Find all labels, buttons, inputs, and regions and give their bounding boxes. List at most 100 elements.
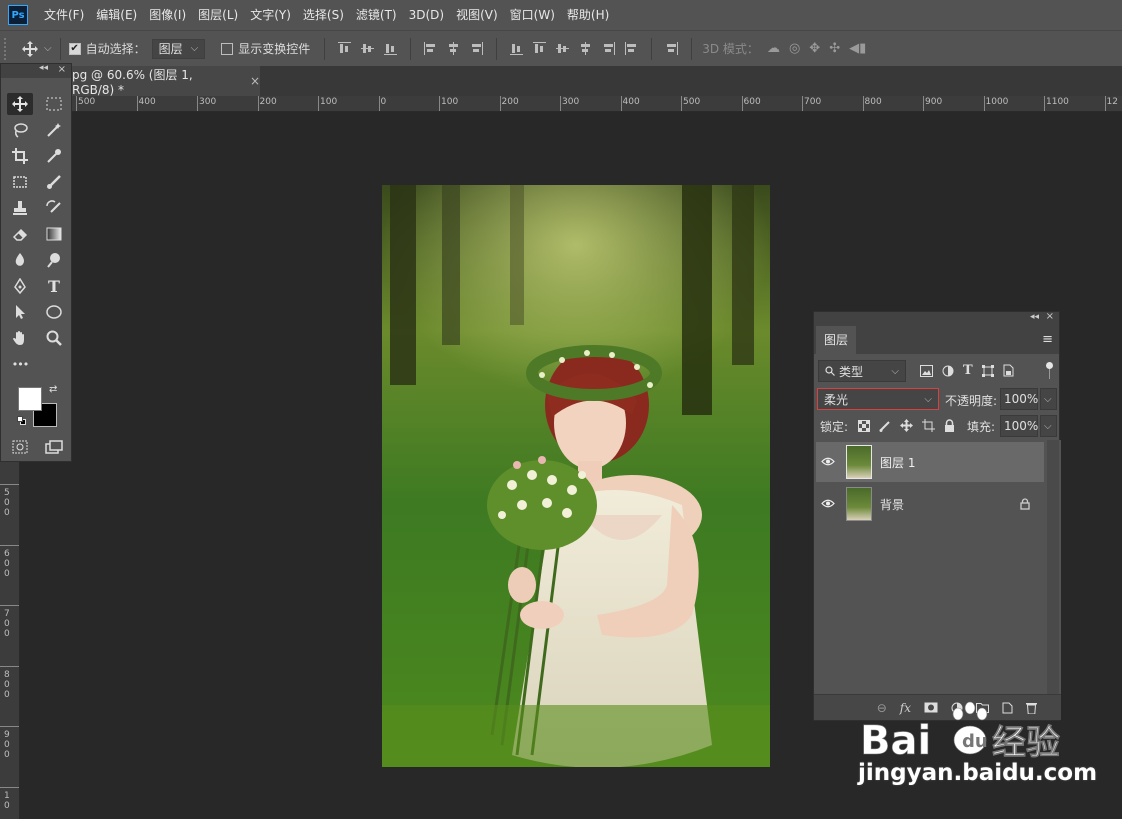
3d-roll-icon[interactable]: ◎: [789, 41, 800, 56]
marquee-tool-icon[interactable]: [41, 93, 67, 115]
filter-type-icon[interactable]: T: [963, 363, 973, 378]
opacity-input[interactable]: 100%: [1000, 388, 1038, 410]
3d-mode-label: 3D 模式：: [702, 42, 759, 56]
eraser-tool-icon[interactable]: [7, 223, 33, 245]
align-left-edges-icon[interactable]: [424, 42, 437, 55]
visibility-eye-icon[interactable]: [816, 497, 840, 511]
distribute-bottom-icon[interactable]: [556, 42, 570, 55]
magic-wand-tool-icon[interactable]: [41, 119, 67, 141]
menu-item[interactable]: 图层(L): [192, 0, 244, 30]
align-vertical-centers-icon[interactable]: [361, 42, 375, 55]
ellipse-tool-icon[interactable]: [41, 301, 67, 323]
menu-item[interactable]: 编辑(E): [90, 0, 143, 30]
3d-slide-icon[interactable]: ✣: [829, 41, 840, 56]
distribute-top-icon[interactable]: [510, 42, 524, 55]
show-transform-checkbox[interactable]: 显示变换控件: [221, 40, 310, 57]
layer-row-background[interactable]: 背景: [816, 484, 1044, 524]
ruler-label: 0: [4, 740, 10, 750]
tab-layers[interactable]: 图层: [816, 326, 857, 354]
history-brush-tool-icon[interactable]: [41, 197, 67, 219]
distribute-vcenter-icon[interactable]: [533, 42, 547, 55]
layer-row-layer1[interactable]: 图层 1: [816, 442, 1044, 482]
filter-toggle[interactable]: [1046, 362, 1053, 380]
auto-align-icon[interactable]: [665, 42, 679, 55]
layer-filter-dropdown[interactable]: 类型 ⌵: [818, 360, 906, 382]
opacity-slider-button[interactable]: ⌵: [1040, 388, 1057, 410]
filter-adjustment-icon[interactable]: [942, 365, 954, 377]
menu-item[interactable]: 帮助(H): [561, 0, 615, 30]
blend-mode-dropdown[interactable]: 柔光 ⌵: [817, 388, 939, 410]
lock-transparent-pixels-icon[interactable]: [858, 419, 870, 432]
align-bottom-edges-icon[interactable]: [384, 42, 398, 55]
distribute-right-icon[interactable]: [625, 42, 638, 55]
clone-stamp-tool-icon[interactable]: [7, 197, 33, 219]
quick-mask-icon[interactable]: [7, 436, 33, 458]
more-tools-icon[interactable]: •••: [7, 353, 33, 375]
layers-panel-header[interactable]: ◂◂ ×: [814, 311, 1059, 326]
tools-panel-header[interactable]: ◂◂ ×: [1, 63, 71, 78]
align-horizontal-centers-icon[interactable]: [447, 42, 460, 55]
align-top-edges-icon[interactable]: [338, 42, 352, 55]
auto-select-checkbox[interactable]: ✔ 自动选择：: [68, 40, 146, 57]
lock-all-icon[interactable]: [944, 419, 955, 432]
lock-image-pixels-icon[interactable]: [879, 420, 891, 432]
move-tool-icon[interactable]: [7, 93, 33, 115]
3d-orbit-icon[interactable]: ☁: [767, 41, 780, 56]
default-colors-icon[interactable]: [17, 416, 27, 426]
dodge-tool-icon[interactable]: [41, 249, 67, 271]
ruler-tick: [1104, 96, 1106, 111]
filter-smart-object-icon[interactable]: [1003, 364, 1014, 377]
document-tab[interactable]: pg @ 60.6% (图层 1, RGB/8) * ×: [72, 66, 260, 97]
3d-pan-icon[interactable]: ✥: [809, 41, 820, 56]
visibility-eye-icon[interactable]: [816, 455, 840, 469]
menu-item[interactable]: 文件(F): [38, 0, 90, 30]
horizontal-ruler[interactable]: 500 400 300 200 100 0 100 200 300 400 500 600 700 800…: [72, 96, 1122, 112]
move-tool-preset-icon[interactable]: ⌵: [22, 40, 52, 57]
canvas-photo[interactable]: [382, 185, 770, 767]
filter-shape-icon[interactable]: [981, 364, 994, 377]
lock-artboard-icon[interactable]: [922, 419, 935, 432]
menu-item[interactable]: 滤镜(T): [350, 0, 403, 30]
collapse-panel-icon[interactable]: ◂◂: [1030, 312, 1039, 322]
foreground-color-swatch[interactable]: [18, 387, 42, 411]
menu-item[interactable]: 图像(I): [143, 0, 192, 30]
eyedropper-tool-icon[interactable]: [41, 145, 67, 167]
align-right-edges-icon[interactable]: [470, 42, 484, 55]
gradient-tool-icon[interactable]: [41, 223, 67, 245]
menu-item[interactable]: 3D(D): [403, 0, 450, 30]
brush-tool-icon[interactable]: [41, 171, 67, 193]
close-icon[interactable]: ×: [1046, 311, 1054, 322]
options-grip[interactable]: [4, 37, 12, 60]
crop-tool-icon[interactable]: [7, 145, 33, 167]
filter-pixel-icon[interactable]: [920, 364, 933, 377]
close-icon[interactable]: ×: [58, 64, 66, 75]
lasso-tool-icon[interactable]: [7, 119, 33, 141]
pen-tool-icon[interactable]: [7, 275, 33, 297]
vertical-ruler[interactable]: 50060070080090010: [0, 462, 20, 819]
layers-scrollbar[interactable]: [1047, 440, 1059, 694]
type-tool-icon[interactable]: T: [41, 275, 67, 297]
distribute-left-icon[interactable]: [579, 42, 592, 55]
swap-colors-icon[interactable]: ⇄: [49, 384, 57, 395]
menu-item[interactable]: 窗口(W): [504, 0, 561, 30]
zoom-tool-icon[interactable]: [41, 327, 67, 349]
panel-menu-icon[interactable]: ≡: [1042, 332, 1053, 347]
menu-item[interactable]: 文字(Y): [244, 0, 297, 30]
distribute-hcenter-icon[interactable]: [602, 42, 616, 55]
blur-tool-icon[interactable]: [7, 249, 33, 271]
screen-mode-icon[interactable]: [41, 436, 67, 458]
expand-panel-icon[interactable]: ◂◂: [39, 63, 48, 73]
baidu-logo-icon: Bai du 经验: [860, 701, 1060, 764]
checkbox-checked-icon: ✔: [68, 42, 81, 55]
close-icon[interactable]: ×: [250, 74, 260, 88]
lock-position-icon[interactable]: [900, 419, 913, 432]
3d-scale-icon[interactable]: ◀▮: [849, 41, 866, 56]
fill-slider-button[interactable]: ⌵: [1040, 415, 1057, 437]
menu-item[interactable]: 选择(S): [297, 0, 350, 30]
fill-input[interactable]: 100%: [1000, 415, 1038, 437]
frame-tool-icon[interactable]: [7, 171, 33, 193]
auto-select-target-dropdown[interactable]: 图层 ⌵: [151, 38, 206, 59]
path-selection-tool-icon[interactable]: [7, 301, 33, 323]
menu-item[interactable]: 视图(V): [450, 0, 504, 30]
hand-tool-icon[interactable]: [7, 327, 33, 349]
